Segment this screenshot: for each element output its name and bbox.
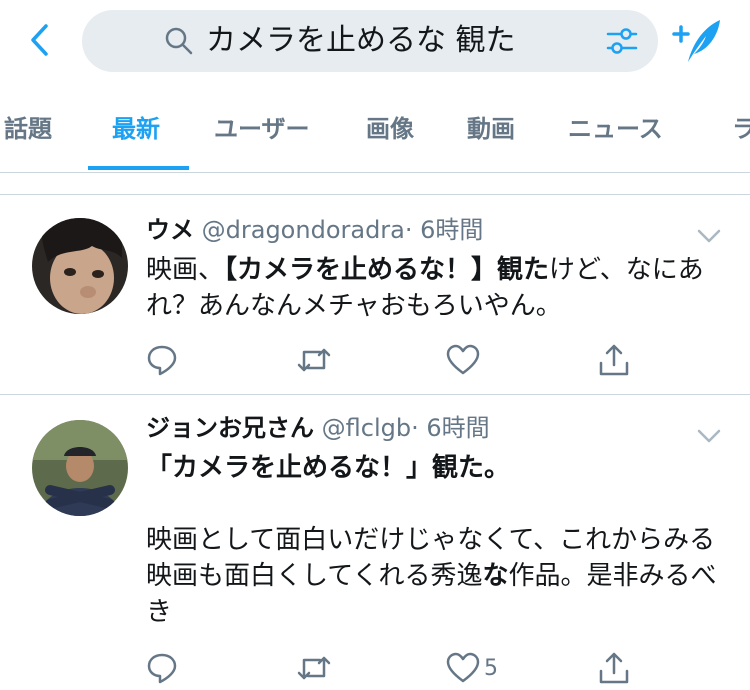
search-tabs: 話題 最新 ユーザー 画像 動画 ニュース ラ	[0, 96, 750, 174]
reply-icon	[147, 653, 177, 684]
tab-users[interactable]: ユーザー	[214, 114, 310, 144]
search-icon	[165, 27, 193, 55]
highlighted-text: 「カメラを止めるな！」観た。	[146, 453, 511, 483]
tweet-header: ウメ @dragondoradra· 6時間	[146, 214, 726, 246]
tweet-time: · 6時間	[404, 216, 484, 244]
avatar[interactable]	[32, 218, 128, 314]
like-button[interactable]: 5	[446, 650, 498, 686]
caret-down-icon[interactable]	[696, 228, 722, 244]
highlighted-text: 【カメラを止めるな！】観た	[224, 255, 550, 285]
retweet-button[interactable]	[296, 650, 332, 686]
tab-latest[interactable]: 最新	[112, 114, 160, 144]
retweet-button[interactable]	[296, 342, 332, 378]
top-bar: カメラを止めるな 観た	[0, 0, 750, 86]
tab-more[interactable]: ラ	[732, 114, 750, 144]
back-chevron-icon[interactable]	[22, 20, 58, 60]
tweet-content: ウメ @dragondoradra· 6時間 映画、【カメラを止めるな！】観たけ…	[146, 214, 726, 324]
tweet-actions: 5	[146, 650, 646, 686]
tab-videos[interactable]: 動画	[467, 114, 515, 144]
text-segment: 映画、	[146, 255, 225, 285]
avatar[interactable]	[32, 420, 128, 516]
tweet-content: ジョンお兄さん @flclgb· 6時間 「カメラを止めるな！」観た。 映画とし…	[146, 412, 726, 630]
caret-down-icon[interactable]	[696, 428, 722, 444]
share-button[interactable]	[598, 650, 630, 686]
search-bar[interactable]: カメラを止めるな 観た	[82, 10, 658, 72]
like-icon	[446, 344, 480, 375]
tweet-header: ジョンお兄さん @flclgb· 6時間	[146, 412, 726, 444]
tab-photos[interactable]: 画像	[366, 114, 414, 144]
like-button[interactable]	[446, 342, 484, 378]
search-query[interactable]: カメラを止めるな 観た	[206, 24, 516, 58]
compose-tweet-icon[interactable]	[668, 16, 724, 66]
display-name[interactable]: ジョンお兄さん	[146, 414, 314, 442]
tabs-divider	[0, 172, 750, 173]
tab-top[interactable]: 話題	[4, 114, 52, 144]
timeline-top-divider	[0, 194, 750, 195]
tab-news[interactable]: ニュース	[568, 114, 663, 144]
share-icon	[599, 652, 629, 684]
user-handle[interactable]: @dragondoradra	[202, 216, 405, 244]
like-icon	[446, 652, 480, 683]
user-handle[interactable]: @flclgb	[322, 414, 411, 442]
tweet-actions	[146, 342, 646, 378]
reply-button[interactable]	[146, 650, 178, 686]
highlighted-text: な	[482, 561, 509, 591]
tweet-text: 「カメラを止めるな！」観た。 映画として面白いだけじゃなくて、これからみる映画も…	[146, 450, 726, 630]
tweet-divider	[0, 394, 750, 395]
filter-icon[interactable]	[606, 26, 638, 56]
share-icon	[599, 344, 629, 376]
tweet-text: 映画、【カメラを止めるな！】観たけど、なにあれ？あんなんメチャおもろいやん。	[146, 252, 726, 324]
retweet-icon	[297, 656, 331, 680]
tweet[interactable]: ウメ @dragondoradra· 6時間 映画、【カメラを止めるな！】観たけ…	[0, 196, 750, 394]
reply-button[interactable]	[146, 342, 178, 378]
tweet-time: · 6時間	[411, 414, 490, 442]
display-name[interactable]: ウメ	[146, 216, 194, 244]
reply-icon	[147, 345, 177, 376]
like-count: 5	[484, 655, 498, 681]
retweet-icon	[297, 348, 331, 372]
share-button[interactable]	[598, 342, 630, 378]
active-tab-indicator	[88, 166, 189, 170]
tweet[interactable]: ジョンお兄さん @flclgb· 6時間 「カメラを止めるな！」観た。 映画とし…	[0, 396, 750, 690]
